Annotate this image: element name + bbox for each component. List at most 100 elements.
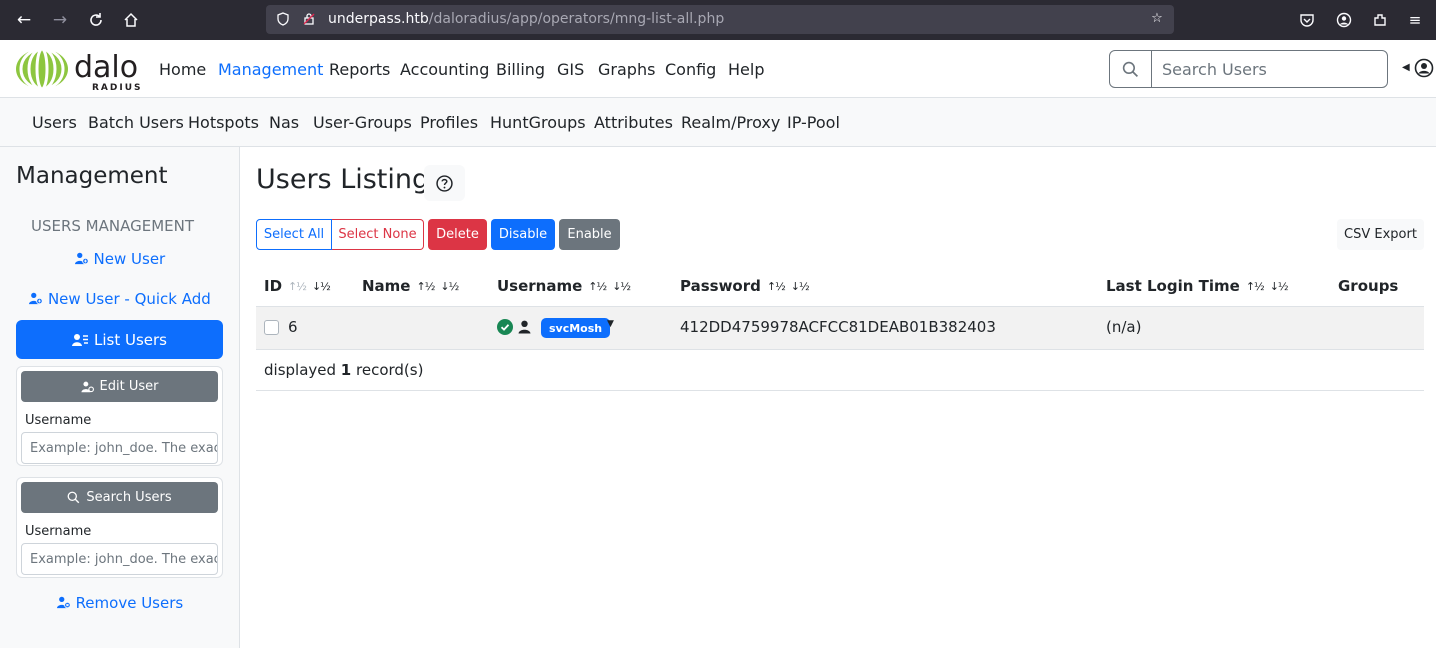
csv-export-button[interactable]: CSV Export <box>1337 219 1424 250</box>
address-bar[interactable]: underpass.htb/daloradius/app/operators/m… <box>266 5 1174 34</box>
subnav-profiles[interactable]: Profiles <box>420 113 478 132</box>
table-footer-divider <box>256 390 1424 391</box>
nav-config[interactable]: Config <box>665 60 716 79</box>
menu-icon[interactable]: ≡ <box>1404 9 1426 31</box>
sort-asc-icon[interactable]: ↑½ <box>1246 280 1265 293</box>
subnav-attributes[interactable]: Attributes <box>594 113 673 132</box>
pocket-icon[interactable] <box>1296 9 1318 31</box>
username-dropdown-caret-icon[interactable]: ▼ <box>607 319 614 329</box>
select-all-button[interactable]: Select All <box>256 219 332 250</box>
search-icon <box>1122 61 1139 77</box>
cell-id: 6 <box>288 318 298 336</box>
disable-button[interactable]: Disable <box>491 219 555 250</box>
subnav-batch-users[interactable]: Batch Users <box>88 113 184 132</box>
sort-desc-icon[interactable]: ↓½ <box>312 280 331 293</box>
page-info-icon[interactable] <box>300 10 318 28</box>
sidebar-new-user-link[interactable]: New User <box>16 250 223 268</box>
username-badge[interactable]: svcMosh <box>541 318 611 338</box>
records-suffix: record(s) <box>356 361 424 379</box>
enable-button[interactable]: Enable <box>559 219 620 250</box>
column-header-last-login[interactable]: Last Login Time ↑½ ↓½ <box>1106 277 1289 295</box>
person-lines-icon <box>72 333 88 346</box>
nav-reports[interactable]: Reports <box>329 60 390 79</box>
row-select-checkbox[interactable] <box>264 320 279 335</box>
search-users-username-input[interactable] <box>21 543 218 575</box>
subnav-users[interactable]: Users <box>32 113 77 132</box>
search-users-input[interactable] <box>1152 51 1387 87</box>
column-header-name[interactable]: Name ↑½ ↓½ <box>362 277 459 295</box>
back-icon[interactable]: ← <box>12 8 36 32</box>
search-button[interactable] <box>1110 51 1152 87</box>
search-users-button[interactable]: Search Users <box>21 482 218 513</box>
forward-icon[interactable]: → <box>48 8 72 32</box>
page-title: Users Listing <box>256 164 430 195</box>
sort-desc-icon[interactable]: ↓½ <box>440 280 459 293</box>
column-header-id[interactable]: ID ↑½ ↓½ <box>264 277 331 295</box>
user-menu-caret-icon[interactable]: ◀ <box>1402 62 1410 73</box>
person-icon <box>518 320 531 334</box>
search-icon <box>67 491 80 504</box>
reload-icon[interactable] <box>84 8 108 32</box>
sub-navbar: Users Batch Users Hotspots Nas User-Grou… <box>0 98 1436 147</box>
sidebar-section-heading: USERS MANAGEMENT <box>30 217 194 235</box>
search-users-username-label: Username <box>25 524 92 539</box>
sidebar-remove-users-label: Remove Users <box>75 594 184 612</box>
nav-home[interactable]: Home <box>159 60 206 79</box>
nav-management[interactable]: Management <box>218 60 323 79</box>
sidebar-title: Management <box>16 163 168 189</box>
sidebar-quick-add-label: New User - Quick Add <box>47 290 211 308</box>
cell-password: 412DD4759978ACFCC81DEAB01B382403 <box>680 318 996 336</box>
cell-last-login: (n/a) <box>1106 318 1142 336</box>
column-header-groups-label: Groups <box>1338 277 1399 295</box>
subnav-huntgroups[interactable]: HuntGroups <box>490 113 586 132</box>
nav-billing[interactable]: Billing <box>496 60 545 79</box>
column-header-groups: Groups <box>1338 277 1398 295</box>
column-header-id-label: ID <box>264 277 283 295</box>
shield-icon[interactable] <box>274 10 292 28</box>
edit-user-button[interactable]: Edit User <box>21 371 218 402</box>
records-prefix: displayed <box>264 361 337 379</box>
user-account-icon[interactable] <box>1414 58 1434 78</box>
table-row-divider <box>256 349 1424 350</box>
sort-asc-icon[interactable]: ↑½ <box>767 280 786 293</box>
select-none-button[interactable]: Select None <box>332 219 424 250</box>
sort-asc-icon[interactable]: ↑½ <box>288 280 307 293</box>
question-circle-icon <box>436 174 453 192</box>
sidebar-new-user-label: New User <box>93 250 166 268</box>
help-button[interactable] <box>424 165 465 201</box>
extensions-icon[interactable] <box>1369 9 1391 31</box>
nav-accounting[interactable]: Accounting <box>400 60 489 79</box>
subnav-hotspots[interactable]: Hotspots <box>188 113 259 132</box>
nav-gis[interactable]: GIS <box>557 60 584 79</box>
main-navbar: dalo RADIUS Home Management Reports Acco… <box>0 40 1436 98</box>
sort-desc-icon[interactable]: ↓½ <box>612 280 631 293</box>
subnav-ip-pool[interactable]: IP-Pool <box>787 113 840 132</box>
column-header-password[interactable]: Password ↑½ ↓½ <box>680 277 810 295</box>
sort-asc-icon[interactable]: ↑½ <box>588 280 607 293</box>
nav-graphs[interactable]: Graphs <box>598 60 655 79</box>
sort-desc-icon[interactable]: ↓½ <box>791 280 810 293</box>
records-count: 1 <box>340 361 352 379</box>
bookmark-star-icon[interactable]: ☆ <box>1148 10 1166 28</box>
subnav-user-groups[interactable]: User-Groups <box>313 113 412 132</box>
sidebar-list-users-label: List Users <box>94 330 167 349</box>
subnav-nas[interactable]: Nas <box>269 113 299 132</box>
home-icon[interactable] <box>119 8 143 32</box>
sidebar-remove-users-link[interactable]: Remove Users <box>16 594 223 612</box>
sidebar-quick-add-link[interactable]: New User - Quick Add <box>16 290 223 308</box>
browser-toolbar: ← → underpass.htb/daloradius/app/operato… <box>0 0 1436 40</box>
column-header-last-login-label: Last Login Time <box>1106 277 1240 295</box>
edit-user-username-input[interactable] <box>21 432 218 464</box>
person-add-icon <box>74 252 89 265</box>
column-header-username[interactable]: Username ↑½ ↓½ <box>497 277 631 295</box>
delete-button[interactable]: Delete <box>428 219 487 250</box>
subnav-realm-proxy[interactable]: Realm/Proxy <box>681 113 780 132</box>
sort-asc-icon[interactable]: ↑½ <box>416 280 435 293</box>
column-header-username-label: Username <box>497 277 583 295</box>
sidebar-list-users-button[interactable]: List Users <box>16 320 223 359</box>
account-icon[interactable] <box>1333 9 1355 31</box>
daloradius-logo[interactable]: dalo RADIUS <box>8 47 148 93</box>
sort-desc-icon[interactable]: ↓½ <box>1270 280 1289 293</box>
column-header-name-label: Name <box>362 277 411 295</box>
nav-help[interactable]: Help <box>728 60 764 79</box>
